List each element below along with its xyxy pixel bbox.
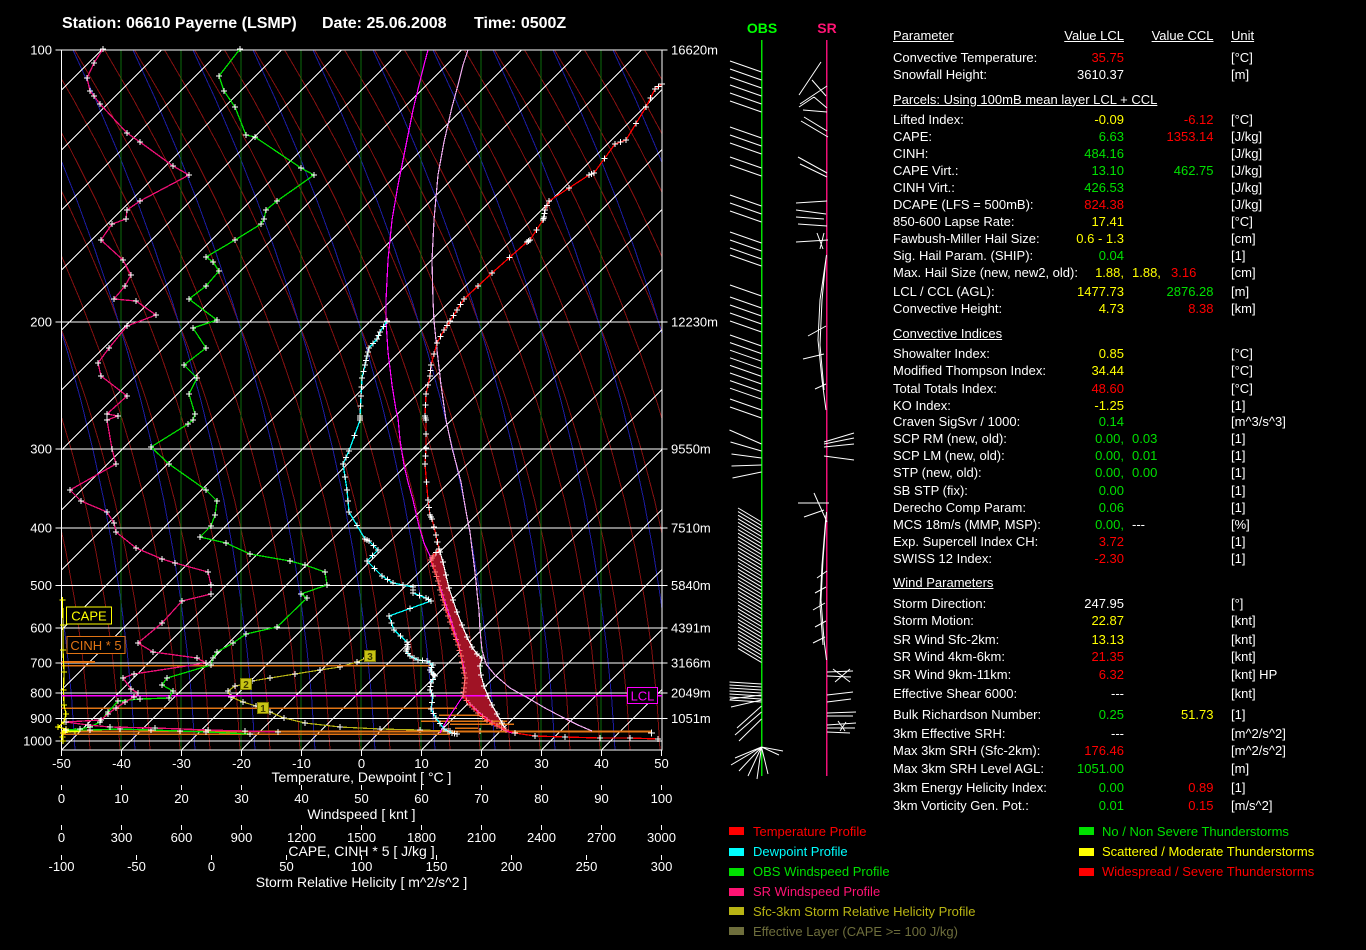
svg-text:SR: SR bbox=[817, 20, 836, 36]
svg-text:OBS: OBS bbox=[747, 20, 777, 36]
